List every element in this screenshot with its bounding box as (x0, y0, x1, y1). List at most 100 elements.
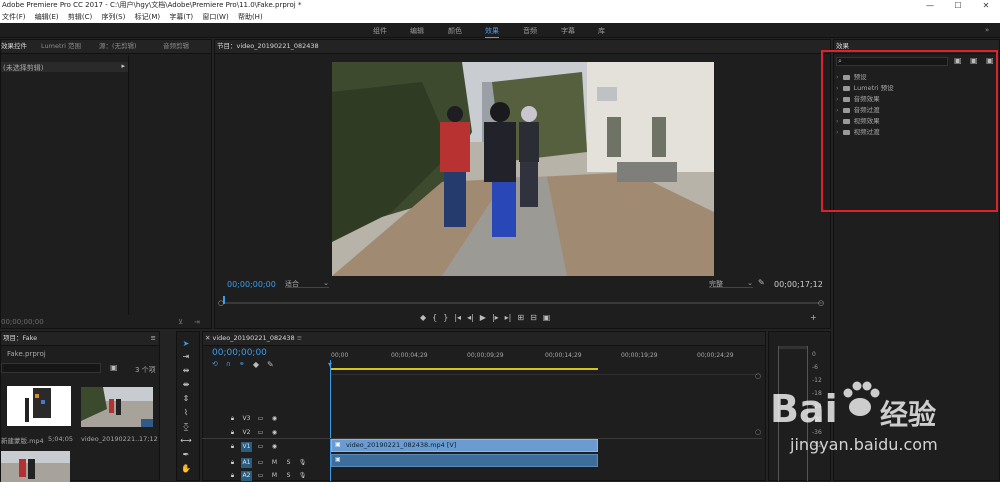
close-button[interactable]: ✕ (972, 0, 1000, 11)
ruler-tick-label: 00;00;14;29 (545, 352, 582, 359)
solo-button[interactable]: S (283, 458, 294, 468)
minimize-button[interactable]: — (916, 0, 944, 11)
fit-dropdown[interactable]: 适合 ⌄ (285, 279, 329, 288)
menu-title[interactable]: 字幕(T) (169, 13, 193, 21)
ripple-edit-tool-icon[interactable]: ⇹ (180, 366, 192, 375)
mark-in-icon[interactable]: { (432, 313, 437, 322)
go-to-out-icon[interactable]: ▸| (505, 313, 512, 322)
step-forward-icon[interactable]: |▸ (492, 313, 499, 322)
lock-icon[interactable]: 🔒︎ (227, 442, 238, 452)
effects-panel-title[interactable]: 效果 (836, 42, 849, 50)
thumbnail-matte[interactable] (7, 386, 71, 426)
program-timecode-current[interactable]: 00;00;00;00 (227, 280, 276, 289)
sync-lock-icon[interactable]: ▭ (255, 458, 266, 468)
lock-icon[interactable]: 🔒︎ (227, 414, 238, 424)
camera-icon[interactable]: ▣ (543, 313, 551, 322)
menu-window[interactable]: 窗口(W) (202, 13, 228, 21)
microphone-icon[interactable]: 🎙︎ (297, 458, 308, 468)
menu-help[interactable]: 帮助(H) (238, 13, 263, 21)
workspace-color[interactable]: 颜色 (448, 26, 462, 36)
sync-lock-icon[interactable]: ▭ (255, 471, 266, 481)
slip-tool-icon[interactable]: ⧰ (180, 422, 192, 432)
lock-icon[interactable]: 🔒︎ (227, 428, 238, 438)
slide-tool-icon[interactable]: ⟷ (180, 436, 192, 445)
track-target-v3[interactable]: V3 (241, 414, 252, 424)
hand-tool-icon[interactable]: ✋ (180, 464, 192, 473)
project-search-input[interactable] (1, 363, 101, 373)
workspace-titles[interactable]: 字幕 (561, 26, 575, 36)
razor-tool-icon[interactable]: ⌇ (180, 408, 192, 417)
add-marker-icon[interactable]: ◆ (253, 360, 259, 369)
mute-button[interactable]: M (269, 471, 280, 481)
tab-source[interactable]: 源：(无剪辑) (99, 40, 137, 53)
sync-lock-icon[interactable]: ▭ (255, 428, 266, 438)
mark-out-icon[interactable]: } (443, 313, 448, 322)
tab-lumetri-scopes[interactable]: Lumetri 范围 (41, 40, 81, 53)
program-monitor-title[interactable]: 节目：video_20190221_082438 (217, 42, 319, 50)
menu-clip[interactable]: 剪辑(C) (68, 13, 92, 21)
timeline-timecode[interactable]: 00;00;00;00 (212, 348, 267, 358)
tab-audio-clip-mixer[interactable]: 音频剪辑 (163, 40, 189, 53)
sync-lock-icon[interactable]: ▭ (255, 442, 266, 452)
track-target-v2[interactable]: V2 (241, 428, 252, 438)
selection-tool-icon[interactable]: ➤ (180, 339, 192, 348)
quality-dropdown[interactable]: 完整 ⌄ (709, 279, 753, 288)
track-target-a2[interactable]: A2 (241, 471, 252, 481)
step-back-icon[interactable]: ◂| (467, 313, 474, 322)
workspace-more-icon[interactable]: » (985, 26, 989, 34)
timeline-ruler[interactable]: 00;00 00;00;04;29 00;00;09;29 00;00;14;2… (331, 352, 761, 366)
audio-clip[interactable]: ▣ (331, 454, 598, 467)
rate-stretch-tool-icon[interactable]: ⇕ (180, 394, 192, 403)
track-target-a1[interactable]: A1 (241, 458, 252, 468)
workspace-editing[interactable]: 编辑 (410, 26, 424, 36)
expand-arrow-icon[interactable]: ▸ (121, 62, 125, 70)
eye-icon[interactable]: ◉ (269, 428, 280, 438)
workspace-audio[interactable]: 音频 (523, 26, 537, 36)
snap-icon[interactable]: ∩ (226, 360, 231, 369)
timeline-sequence-tab[interactable]: video_20190221_082438 (213, 334, 295, 342)
play-icon[interactable]: ▶ (480, 313, 486, 322)
lock-icon[interactable]: 🔒︎ (227, 458, 238, 468)
workspace-libraries[interactable]: 库 (598, 26, 605, 36)
eye-icon[interactable]: ◉ (269, 414, 280, 424)
nest-icon[interactable]: ⟲ (212, 360, 218, 369)
thumbnail-video[interactable] (81, 387, 153, 427)
go-to-in-icon[interactable]: |◂ (454, 313, 461, 322)
linked-selection-icon[interactable]: ⚭ (239, 360, 245, 369)
panel-menu-icon[interactable]: ≡ (297, 334, 302, 342)
add-button-icon[interactable]: + (810, 313, 817, 322)
tab-effect-controls[interactable]: 效果控件 (1, 40, 27, 53)
solo-button[interactable]: S (283, 471, 294, 481)
menu-file[interactable]: 文件(F) (2, 13, 26, 21)
extract-icon[interactable]: ⊟ (530, 313, 537, 322)
video-clip[interactable]: ▣ video_20190221_082438.mp4 [V] (331, 439, 598, 452)
pen-tool-icon[interactable]: ✒ (180, 450, 192, 459)
menu-marker[interactable]: 标记(M) (135, 13, 161, 21)
sync-lock-icon[interactable]: ▭ (255, 414, 266, 424)
eye-icon[interactable]: ◉ (269, 442, 280, 452)
wrench-icon[interactable]: ✎ (758, 278, 765, 287)
menu-edit[interactable]: 编辑(E) (35, 13, 59, 21)
new-bin-icon[interactable]: ▣ (110, 363, 118, 372)
workspace-effects[interactable]: 效果 (485, 26, 499, 38)
lift-icon[interactable]: ⊞ (517, 313, 524, 322)
lock-icon[interactable]: 🔒︎ (227, 471, 238, 481)
close-icon[interactable]: ✕ (205, 334, 210, 342)
project-panel-title[interactable]: 项目：Fake (3, 334, 37, 342)
workspace-assembly[interactable]: 组件 (373, 26, 387, 36)
work-area-bar[interactable] (331, 368, 598, 370)
add-marker-icon[interactable]: ◆ (420, 313, 426, 322)
microphone-icon[interactable]: 🎙︎ (297, 471, 308, 481)
thumbnail-video-2[interactable] (1, 451, 70, 482)
program-scrub-bar[interactable] (223, 302, 823, 304)
mute-button[interactable]: M (269, 458, 280, 468)
rolling-edit-tool-icon[interactable]: ⇼ (180, 380, 192, 389)
maximize-button[interactable]: ☐ (944, 0, 972, 11)
panel-menu-icon[interactable]: ≡ (151, 332, 156, 345)
track-target-v1[interactable]: V1 (241, 442, 252, 452)
filter-icon[interactable]: ⊻ (178, 318, 183, 326)
export-icon[interactable]: ⇥ (194, 318, 200, 326)
timeline-settings-icon[interactable]: ✎ (267, 360, 274, 369)
track-select-tool-icon[interactable]: ⇥ (180, 352, 192, 361)
menu-sequence[interactable]: 序列(S) (101, 13, 125, 21)
